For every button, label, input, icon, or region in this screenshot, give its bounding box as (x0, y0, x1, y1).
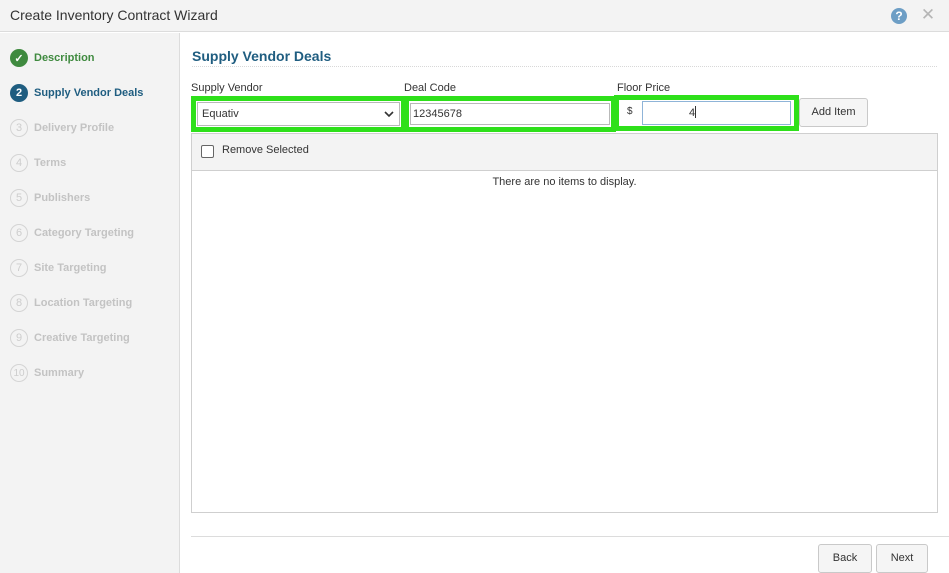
empty-grid-message: There are no items to display. (492, 176, 637, 188)
deal-code-label: Deal Code (404, 82, 456, 94)
footer-divider (191, 536, 949, 537)
text-cursor (695, 106, 697, 118)
dialog-titlebar: Create Inventory Contract Wizard ? ✕ (0, 0, 949, 32)
grid-toolbar: Remove Selected (192, 134, 937, 171)
floor-price-input[interactable]: 4 (642, 101, 791, 125)
step-summary[interactable]: 10 Summary (10, 363, 175, 383)
step-creative-targeting[interactable]: 9 Creative Targeting (10, 328, 175, 348)
section-divider (192, 66, 937, 67)
dialog-title: Create Inventory Contract Wizard (10, 7, 218, 23)
step-number-badge: 9 (10, 329, 28, 347)
next-button[interactable]: Next (876, 544, 928, 573)
close-icon[interactable]: ✕ (920, 5, 936, 25)
deals-grid: Remove Selected There are no items to di… (191, 133, 938, 513)
step-label: Site Targeting (34, 262, 107, 274)
chevron-down-icon (384, 103, 394, 134)
remove-selected-button[interactable]: Remove Selected (222, 144, 309, 156)
deal-code-input[interactable]: 12345678 (410, 103, 610, 125)
step-label: Creative Targeting (34, 332, 130, 344)
step-number-badge: 8 (10, 294, 28, 312)
step-number-badge: 6 (10, 224, 28, 242)
currency-symbol: $ (627, 106, 633, 117)
step-supply-vendor-deals[interactable]: 2 Supply Vendor Deals (10, 83, 175, 103)
step-description[interactable]: ✓ Description (10, 48, 175, 68)
floor-price-label: Floor Price (617, 82, 671, 94)
step-number-badge: 4 (10, 154, 28, 172)
step-label: Delivery Profile (34, 122, 115, 134)
step-number-badge: 3 (10, 119, 28, 137)
select-all-checkbox[interactable] (201, 145, 214, 158)
step-site-targeting[interactable]: 7 Site Targeting (10, 258, 175, 278)
supply-vendor-label: Supply Vendor (191, 82, 263, 94)
step-label: Supply Vendor Deals (34, 87, 144, 99)
step-number-badge: 10 (10, 364, 28, 382)
main-panel: Supply Vendor Deals Supply Vendor Deal C… (181, 33, 949, 573)
check-icon: ✓ (10, 49, 28, 67)
section-title: Supply Vendor Deals (192, 48, 332, 64)
step-number-badge: 5 (10, 189, 28, 207)
help-icon[interactable]: ? (891, 8, 907, 24)
step-label: Publishers (34, 192, 91, 204)
supply-vendor-value: Equativ (202, 108, 239, 120)
step-number-badge: 2 (10, 84, 28, 102)
step-publishers[interactable]: 5 Publishers (10, 188, 175, 208)
step-label: Summary (34, 367, 85, 379)
supply-vendor-select[interactable]: Equativ (197, 102, 400, 126)
step-label: Category Targeting (34, 227, 135, 239)
step-category-targeting[interactable]: 6 Category Targeting (10, 223, 175, 243)
step-number-badge: 7 (10, 259, 28, 277)
step-label: Location Targeting (34, 297, 133, 309)
add-item-button[interactable]: Add Item (799, 98, 868, 127)
back-button[interactable]: Back (818, 544, 872, 573)
step-location-targeting[interactable]: 8 Location Targeting (10, 293, 175, 313)
step-terms[interactable]: 4 Terms (10, 153, 175, 173)
wizard-steps-sidebar: ✓ Description 2 Supply Vendor Deals 3 De… (0, 33, 180, 573)
step-label: Description (34, 52, 95, 64)
step-delivery-profile[interactable]: 3 Delivery Profile (10, 118, 175, 138)
step-label: Terms (34, 157, 67, 169)
